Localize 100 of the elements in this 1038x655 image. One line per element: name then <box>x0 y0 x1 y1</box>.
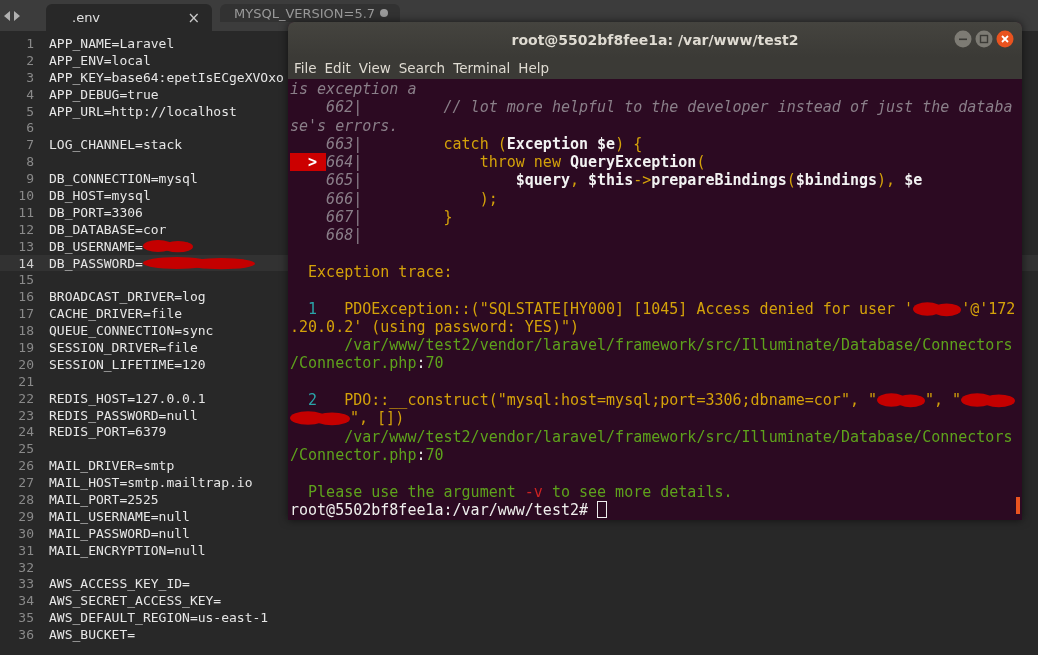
line-number: 28 <box>17 492 34 507</box>
line-number: 35 <box>17 610 34 626</box>
line-number: 27 <box>17 475 34 491</box>
menu-item[interactable]: Help <box>516 60 556 76</box>
code-line: REDIS_PORT=6379 <box>49 424 167 440</box>
terminal-line: /var/www/test2/vendor/laravel/framework/src/Illuminate/Database/Connectors <box>343 336 1014 355</box>
terminal-line: /var/www/test2/vendor/laravel/framework/src/Illuminate/Database/Connectors <box>343 427 1014 446</box>
menu-item[interactable]: Edit <box>322 60 357 76</box>
code-line: SESSION_DRIVER=file <box>49 339 198 355</box>
terminal-text: 1 <box>307 299 318 318</box>
scroll-indicator <box>1016 497 1020 514</box>
code-line: DB_PORT=3306 <box>49 204 143 220</box>
terminal-line: .20.0.2' (using password: YES)") <box>290 317 580 337</box>
line-number: 30 <box>17 525 34 541</box>
code-line: BROADCAST_DRIVER=log <box>49 289 206 305</box>
terminal-text: 2 <box>307 391 318 410</box>
terminal-line: Please use the argument -v to see more details. <box>307 482 734 501</box>
line-number: 34 <box>17 593 34 609</box>
terminal-line: 665| $query, $this->prepareBindings($bindings), $e <box>325 171 924 190</box>
code-line: MAIL_PORT=2525 <box>49 492 159 507</box>
line-number: 33 <box>17 576 34 592</box>
code-line: MAIL_ENCRYPTION=null <box>49 542 206 558</box>
redaction-mark <box>290 410 350 427</box>
code-line: REDIS_PASSWORD=null <box>49 407 198 423</box>
code-line: AWS_DEFAULT_REGION=us-east-1 <box>49 610 269 626</box>
line-number: 17 <box>17 306 34 322</box>
code-line: APP_ENV=local <box>49 52 151 68</box>
terminal-line: 666| ); <box>325 189 499 209</box>
line-number: 9 <box>25 171 34 187</box>
terminal-line: /Connector.php:70 <box>290 354 445 373</box>
line-number: 23 <box>17 407 34 423</box>
close-icon[interactable] <box>996 30 1014 48</box>
line-number: 20 <box>17 356 34 372</box>
terminal-line: 668| <box>325 226 364 245</box>
terminal-line: Exception trace: <box>307 262 454 282</box>
line-number: 13 <box>17 238 34 254</box>
code-line: DB_DATABASE=cor <box>49 221 167 237</box>
code-line: APP_DEBUG=true <box>49 86 159 102</box>
line-number: 7 <box>25 137 34 153</box>
line-number: 25 <box>17 441 34 457</box>
code-line: MAIL_DRIVER=smtp <box>49 458 175 474</box>
line-number: 26 <box>17 458 34 474</box>
line-number: 18 <box>17 323 34 339</box>
code-line: DB_PASSWORD= <box>49 255 143 271</box>
menu-item[interactable]: File <box>292 60 323 76</box>
code-line: DB_CONNECTION=mysql <box>49 171 198 187</box>
menu-item[interactable]: Search <box>396 60 452 76</box>
line-number: 19 <box>17 339 34 355</box>
terminal-text: ", " <box>925 391 962 410</box>
editor-tab[interactable]: .env × <box>46 4 212 31</box>
code-line: MAIL_PASSWORD=null <box>49 525 190 541</box>
minimize-icon[interactable] <box>954 30 972 48</box>
code-line: AWS_BUCKET= <box>49 627 136 643</box>
close-icon[interactable]: × <box>187 8 200 27</box>
code-line: APP_NAME=Laravel <box>49 35 175 51</box>
code-line: DB_USERNAME= <box>49 238 143 254</box>
line-number: 1 <box>25 35 34 51</box>
code-line: CACHE_DRIVER=file <box>49 306 183 322</box>
line-number: 11 <box>17 204 34 220</box>
code-line: QUEUE_CONNECTION=sync <box>49 323 214 339</box>
line-number: 36 <box>17 627 34 643</box>
redaction-mark <box>877 392 925 409</box>
terminal-line: 662| // lot more helpful to the developer instead of just the databa <box>325 98 1014 117</box>
code-line: DB_HOST=mysql <box>49 187 151 203</box>
line-number: 21 <box>17 373 34 389</box>
code-line: AWS_SECRET_ACCESS_KEY= <box>49 593 222 609</box>
terminal-line: /Connector.php:70 <box>290 445 445 465</box>
editor-tab[interactable]: MYSQL_VERSION=5.7 <box>220 4 400 22</box>
line-number: 12 <box>17 221 34 237</box>
line-number: 32 <box>17 559 34 575</box>
redaction-mark <box>913 300 962 317</box>
menu-item[interactable]: View <box>356 60 397 76</box>
code-line: APP_URL=http://localhost <box>49 103 237 119</box>
line-number: 15 <box>17 272 34 288</box>
line-number: 8 <box>25 154 34 170</box>
terminal-line: is exception a <box>290 80 418 99</box>
code-line: MAIL_HOST=smtp.mailtrap.io <box>49 475 253 491</box>
terminal-text: '@'172 <box>961 299 1016 318</box>
menu-item[interactable]: Terminal <box>451 60 517 76</box>
line-number: 24 <box>17 424 34 440</box>
code-line: REDIS_HOST=127.0.0.1 <box>49 390 206 406</box>
redaction-mark <box>961 392 1016 409</box>
line-number: 22 <box>17 390 34 406</box>
line-number: 10 <box>17 187 34 203</box>
terminal-line: > 664| throw new QueryException( <box>290 153 1020 172</box>
line-number: 2 <box>25 52 34 68</box>
code-line: LOG_CHANNEL=stack <box>49 137 183 153</box>
terminal-line: 663| catch (Exception $e) { <box>325 134 644 154</box>
line-number: 31 <box>17 542 34 558</box>
code-line: APP_KEY=base64:epetIsECgeXVOxo <box>49 69 284 85</box>
line-number: 29 <box>17 508 34 524</box>
terminal-text: PDOException::("SQLSTATE[HY000] [1045] Access denied for user ' <box>343 299 914 318</box>
terminal-text: root@5502bf8fee1a:/var/www/test2# <box>290 500 589 520</box>
window-title: root@5502bf8fee1a: /var/www/test2 <box>511 31 799 48</box>
code-line: SESSION_LIFETIME=120 <box>49 356 206 372</box>
terminal-line: 667| } <box>325 208 454 227</box>
line-number: 6 <box>25 120 34 136</box>
tab-navigation-icon[interactable] <box>4 10 20 21</box>
line-number: 4 <box>25 86 34 102</box>
code-line: MAIL_USERNAME=null <box>49 508 190 524</box>
